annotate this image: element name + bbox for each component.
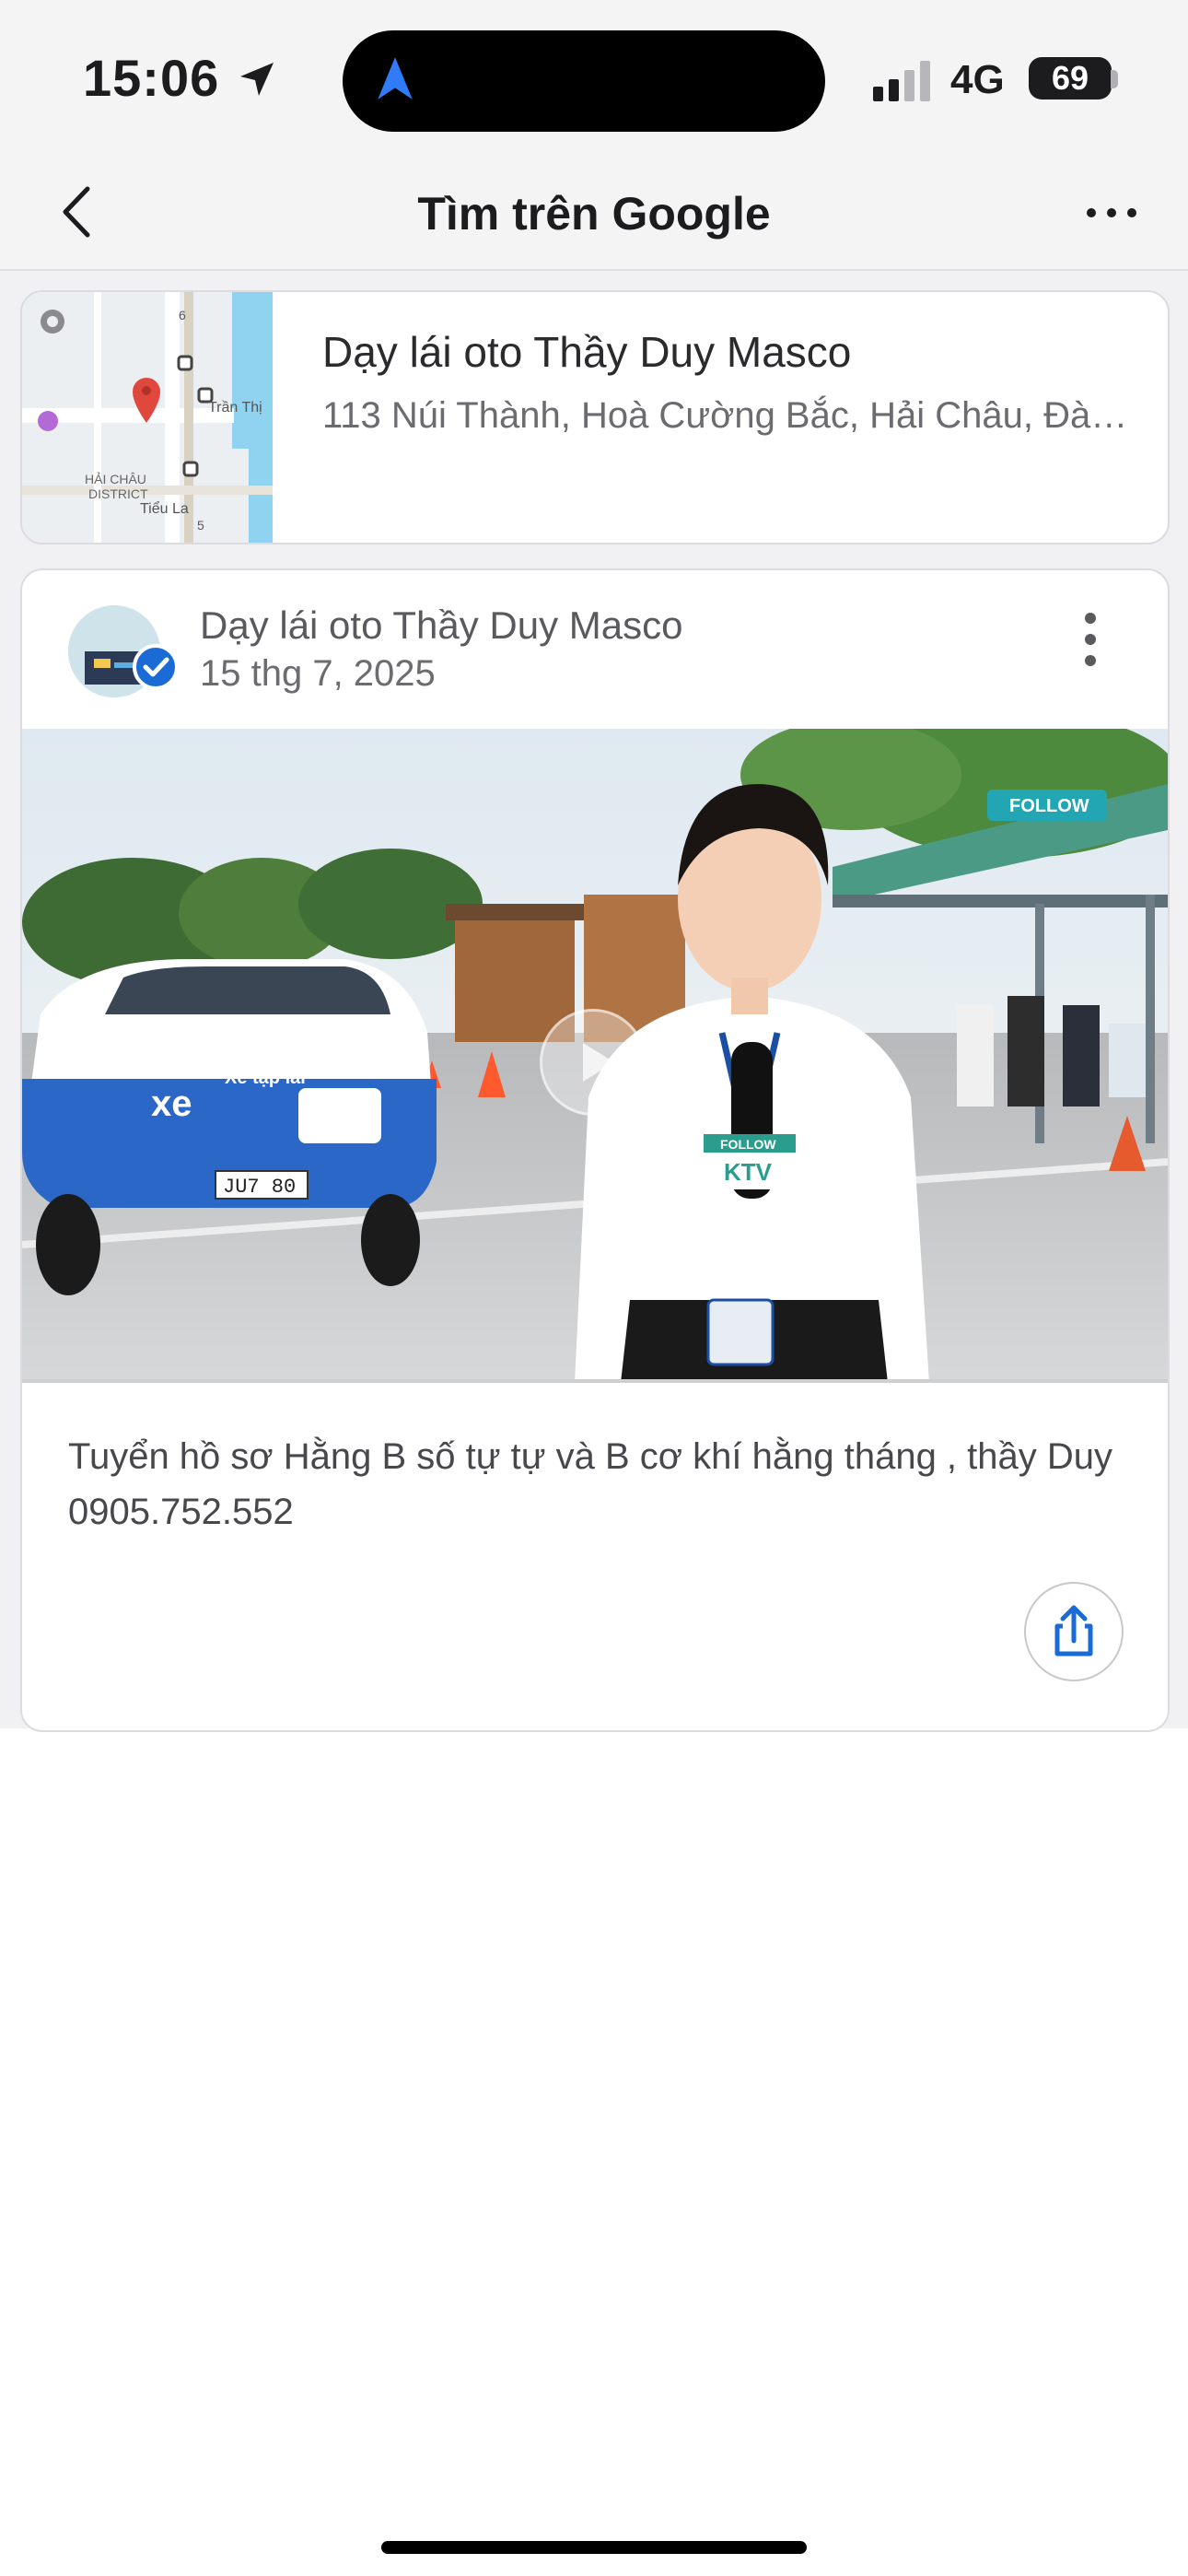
car-brand-text: xe: [151, 1083, 192, 1124]
map-label-street1: Trần Thị: [208, 400, 262, 416]
mic-follow-text: FOLLOW: [720, 1137, 776, 1152]
map-thumbnail[interactable]: Trần Thị HẢI CHÂU DISTRICT Tiểu La 6 5: [22, 292, 273, 543]
battery-icon: 69: [1029, 57, 1112, 100]
play-icon[interactable]: [540, 1009, 646, 1116]
car-plate-text: JU7 80: [223, 1176, 296, 1199]
map-label-district2: DISTRICT: [88, 486, 148, 501]
status-bar: 15:06 4G 69: [0, 0, 1188, 161]
place-name[interactable]: Dạy lái oto Thầy Duy Masco: [322, 327, 851, 377]
back-chevron-icon[interactable]: [51, 180, 106, 244]
post-date: 15 thg 7, 2025: [200, 653, 436, 694]
place-address: 113 Núi Thành, Hoà Cường Bắc, Hải Châu, …: [322, 395, 1133, 436]
map-label-street2: Tiểu La: [140, 500, 189, 517]
post-card: Dạy lái oto Thầy Duy Masco 15 thg 7, 202…: [20, 568, 1170, 1732]
car-slogan-text: Xe tập lái: [225, 1068, 306, 1088]
nav-bar: Tìm trên Google: [0, 161, 1188, 271]
signal-icon: [873, 61, 930, 101]
map-label-route1: 6: [179, 308, 186, 322]
mic-brand-text: KTV: [724, 1158, 773, 1186]
share-icon: [1054, 1605, 1093, 1657]
network-type: 4G: [950, 57, 1005, 102]
battery-level: 69: [1051, 59, 1089, 97]
post-text: Tuyển hồ sơ Hằng B số tự tự và B cơ khí …: [68, 1436, 1113, 1532]
author-name[interactable]: Dạy lái oto Thầy Duy Masco: [200, 603, 682, 648]
home-indicator[interactable]: [381, 2541, 807, 2554]
battery-cap: [1111, 70, 1118, 88]
map-label-route2: 5: [197, 518, 204, 533]
page-title: Tìm trên Google: [417, 188, 771, 240]
status-time: 15:06: [83, 49, 220, 107]
follow-badge-text: FOLLOW: [1009, 796, 1089, 816]
more-vertical-icon[interactable]: [1072, 607, 1109, 672]
navigation-icon: [378, 57, 413, 100]
dynamic-island: [343, 30, 825, 132]
more-dots-icon[interactable]: [1079, 185, 1144, 240]
place-card[interactable]: Trần Thị HẢI CHÂU DISTRICT Tiểu La 6 5 D…: [20, 290, 1170, 544]
share-button[interactable]: [1024, 1582, 1124, 1681]
verified-icon: [133, 644, 179, 690]
map-label-district1: HẢI CHÂU: [85, 472, 146, 486]
location-arrow-icon: [240, 63, 274, 96]
